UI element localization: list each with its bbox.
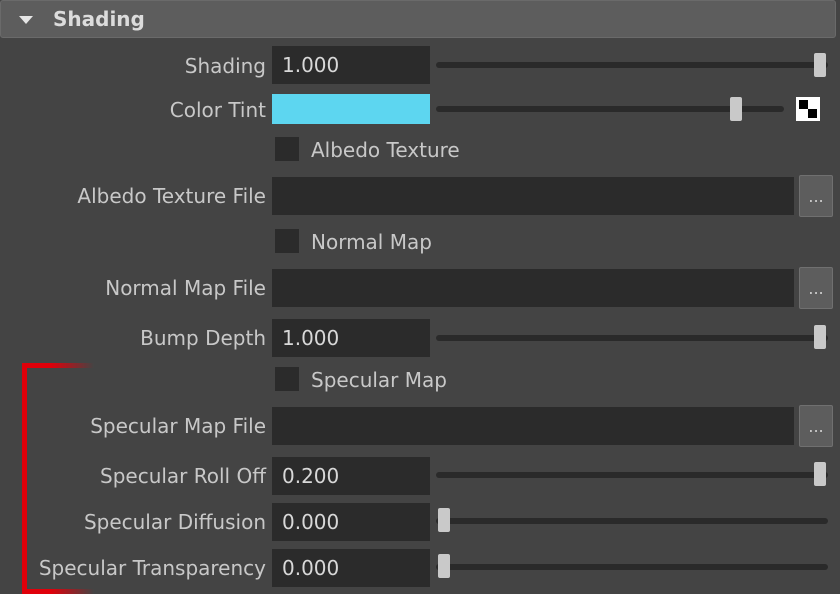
albedo-texture-checkbox[interactable] [275,137,299,161]
specular-roll-off-slider-track[interactable] [436,472,828,478]
normal-map-checkbox[interactable] [275,229,299,253]
specular-roll-off-value-field[interactable]: 0.200 [272,457,430,495]
specular-diffusion-value-field[interactable]: 0.000 [272,503,430,541]
section-title: Shading [53,7,145,31]
section-header-shading[interactable]: Shading [0,0,836,38]
albedo-texture-file-label: Albedo Texture File [77,184,266,208]
normal-map-file-input[interactable] [272,269,794,307]
specular-map-file-input[interactable] [272,407,794,445]
texture-map-checker-icon[interactable] [796,97,820,121]
albedo-texture-label: Albedo Texture [311,138,460,162]
normal-map-file-label: Normal Map File [105,276,266,300]
color-tint-label: Color Tint [169,98,266,122]
albedo-texture-file-input[interactable] [272,177,794,215]
bump-depth-slider-track[interactable] [436,335,828,341]
shading-label: Shading [184,54,266,78]
specular-roll-off-label: Specular Roll Off [100,464,266,488]
collapse-triangle-icon[interactable] [19,16,33,24]
annotation-bracket-vertical [22,363,27,594]
color-tint-swatch[interactable] [272,94,430,124]
color-tint-slider-handle[interactable] [730,97,742,121]
shading-slider-handle[interactable] [814,53,826,77]
normal-map-browse-button[interactable]: ... [799,267,833,309]
specular-diffusion-slider-handle[interactable] [438,508,450,532]
specular-map-checkbox[interactable] [275,367,299,391]
specular-transparency-slider-handle[interactable] [438,554,450,578]
specular-transparency-label: Specular Transparency [38,556,266,580]
bump-depth-slider-handle[interactable] [814,325,826,349]
specular-diffusion-label: Specular Diffusion [83,510,266,534]
specular-map-browse-button[interactable]: ... [799,405,833,447]
annotation-bracket-bottom [22,589,94,594]
specular-map-file-label: Specular Map File [90,414,266,438]
shading-value-field[interactable]: 1.000 [272,46,430,84]
specular-roll-off-slider-handle[interactable] [814,462,826,486]
bump-depth-label: Bump Depth [140,326,266,350]
bump-depth-value-field[interactable]: 1.000 [272,319,430,357]
specular-map-label: Specular Map [311,368,447,392]
specular-diffusion-slider-track[interactable] [436,518,828,524]
specular-transparency-value-field[interactable]: 0.000 [272,549,430,587]
albedo-texture-browse-button[interactable]: ... [799,175,833,217]
shading-slider-track[interactable] [436,62,828,68]
annotation-bracket-top [22,363,94,368]
normal-map-label: Normal Map [311,230,432,254]
specular-transparency-slider-track[interactable] [436,564,828,570]
